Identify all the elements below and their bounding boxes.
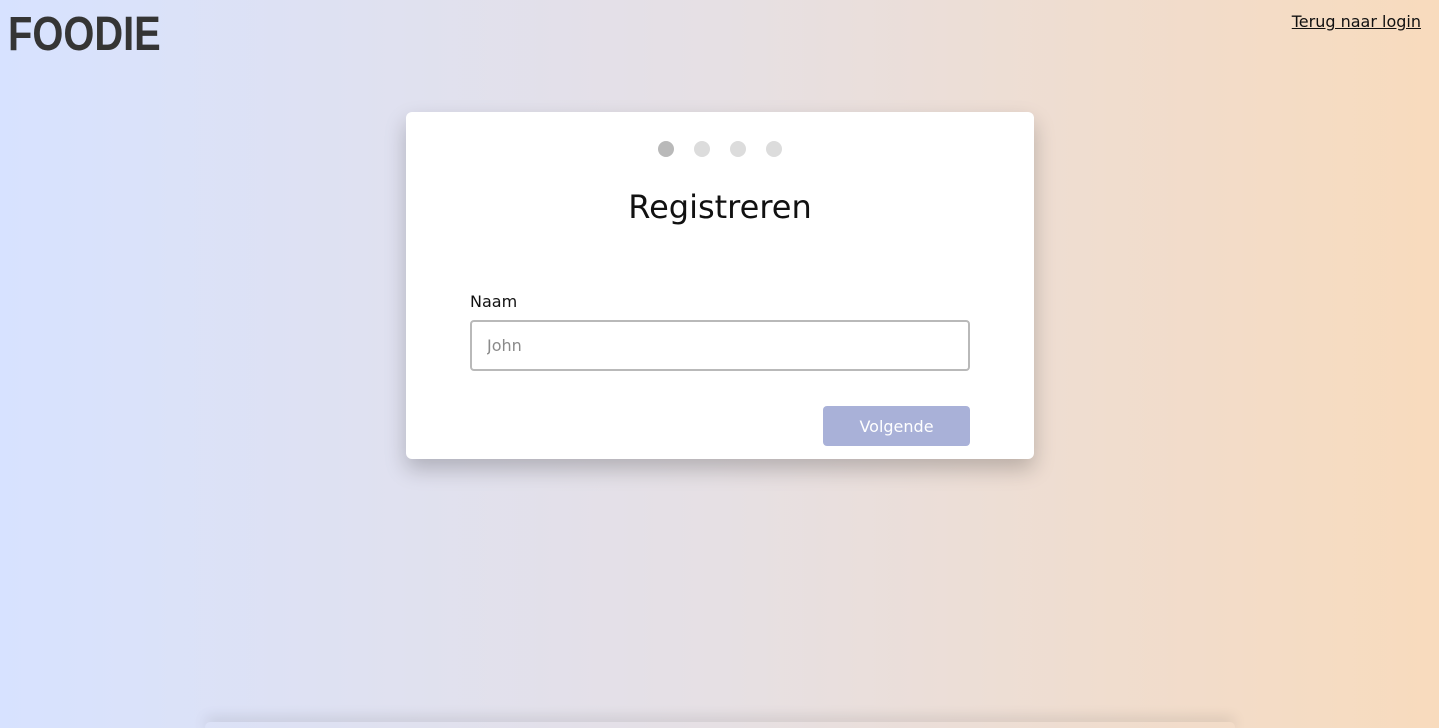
step-indicator: [406, 141, 1034, 157]
step-dot-3: [730, 141, 746, 157]
bottom-panel-edge: [205, 722, 1235, 728]
page-title: Registreren: [628, 188, 812, 226]
step-dot-2: [694, 141, 710, 157]
back-to-login-link[interactable]: Terug naar login: [1292, 12, 1421, 31]
next-button[interactable]: Volgende: [823, 406, 970, 446]
foodie-logo: FOODIE: [8, 8, 161, 61]
step-dot-1: [658, 141, 674, 157]
registration-card: Registreren Naam Volgende: [406, 112, 1034, 459]
name-label: Naam: [470, 292, 518, 311]
step-dot-4: [766, 141, 782, 157]
name-input[interactable]: [470, 320, 970, 371]
